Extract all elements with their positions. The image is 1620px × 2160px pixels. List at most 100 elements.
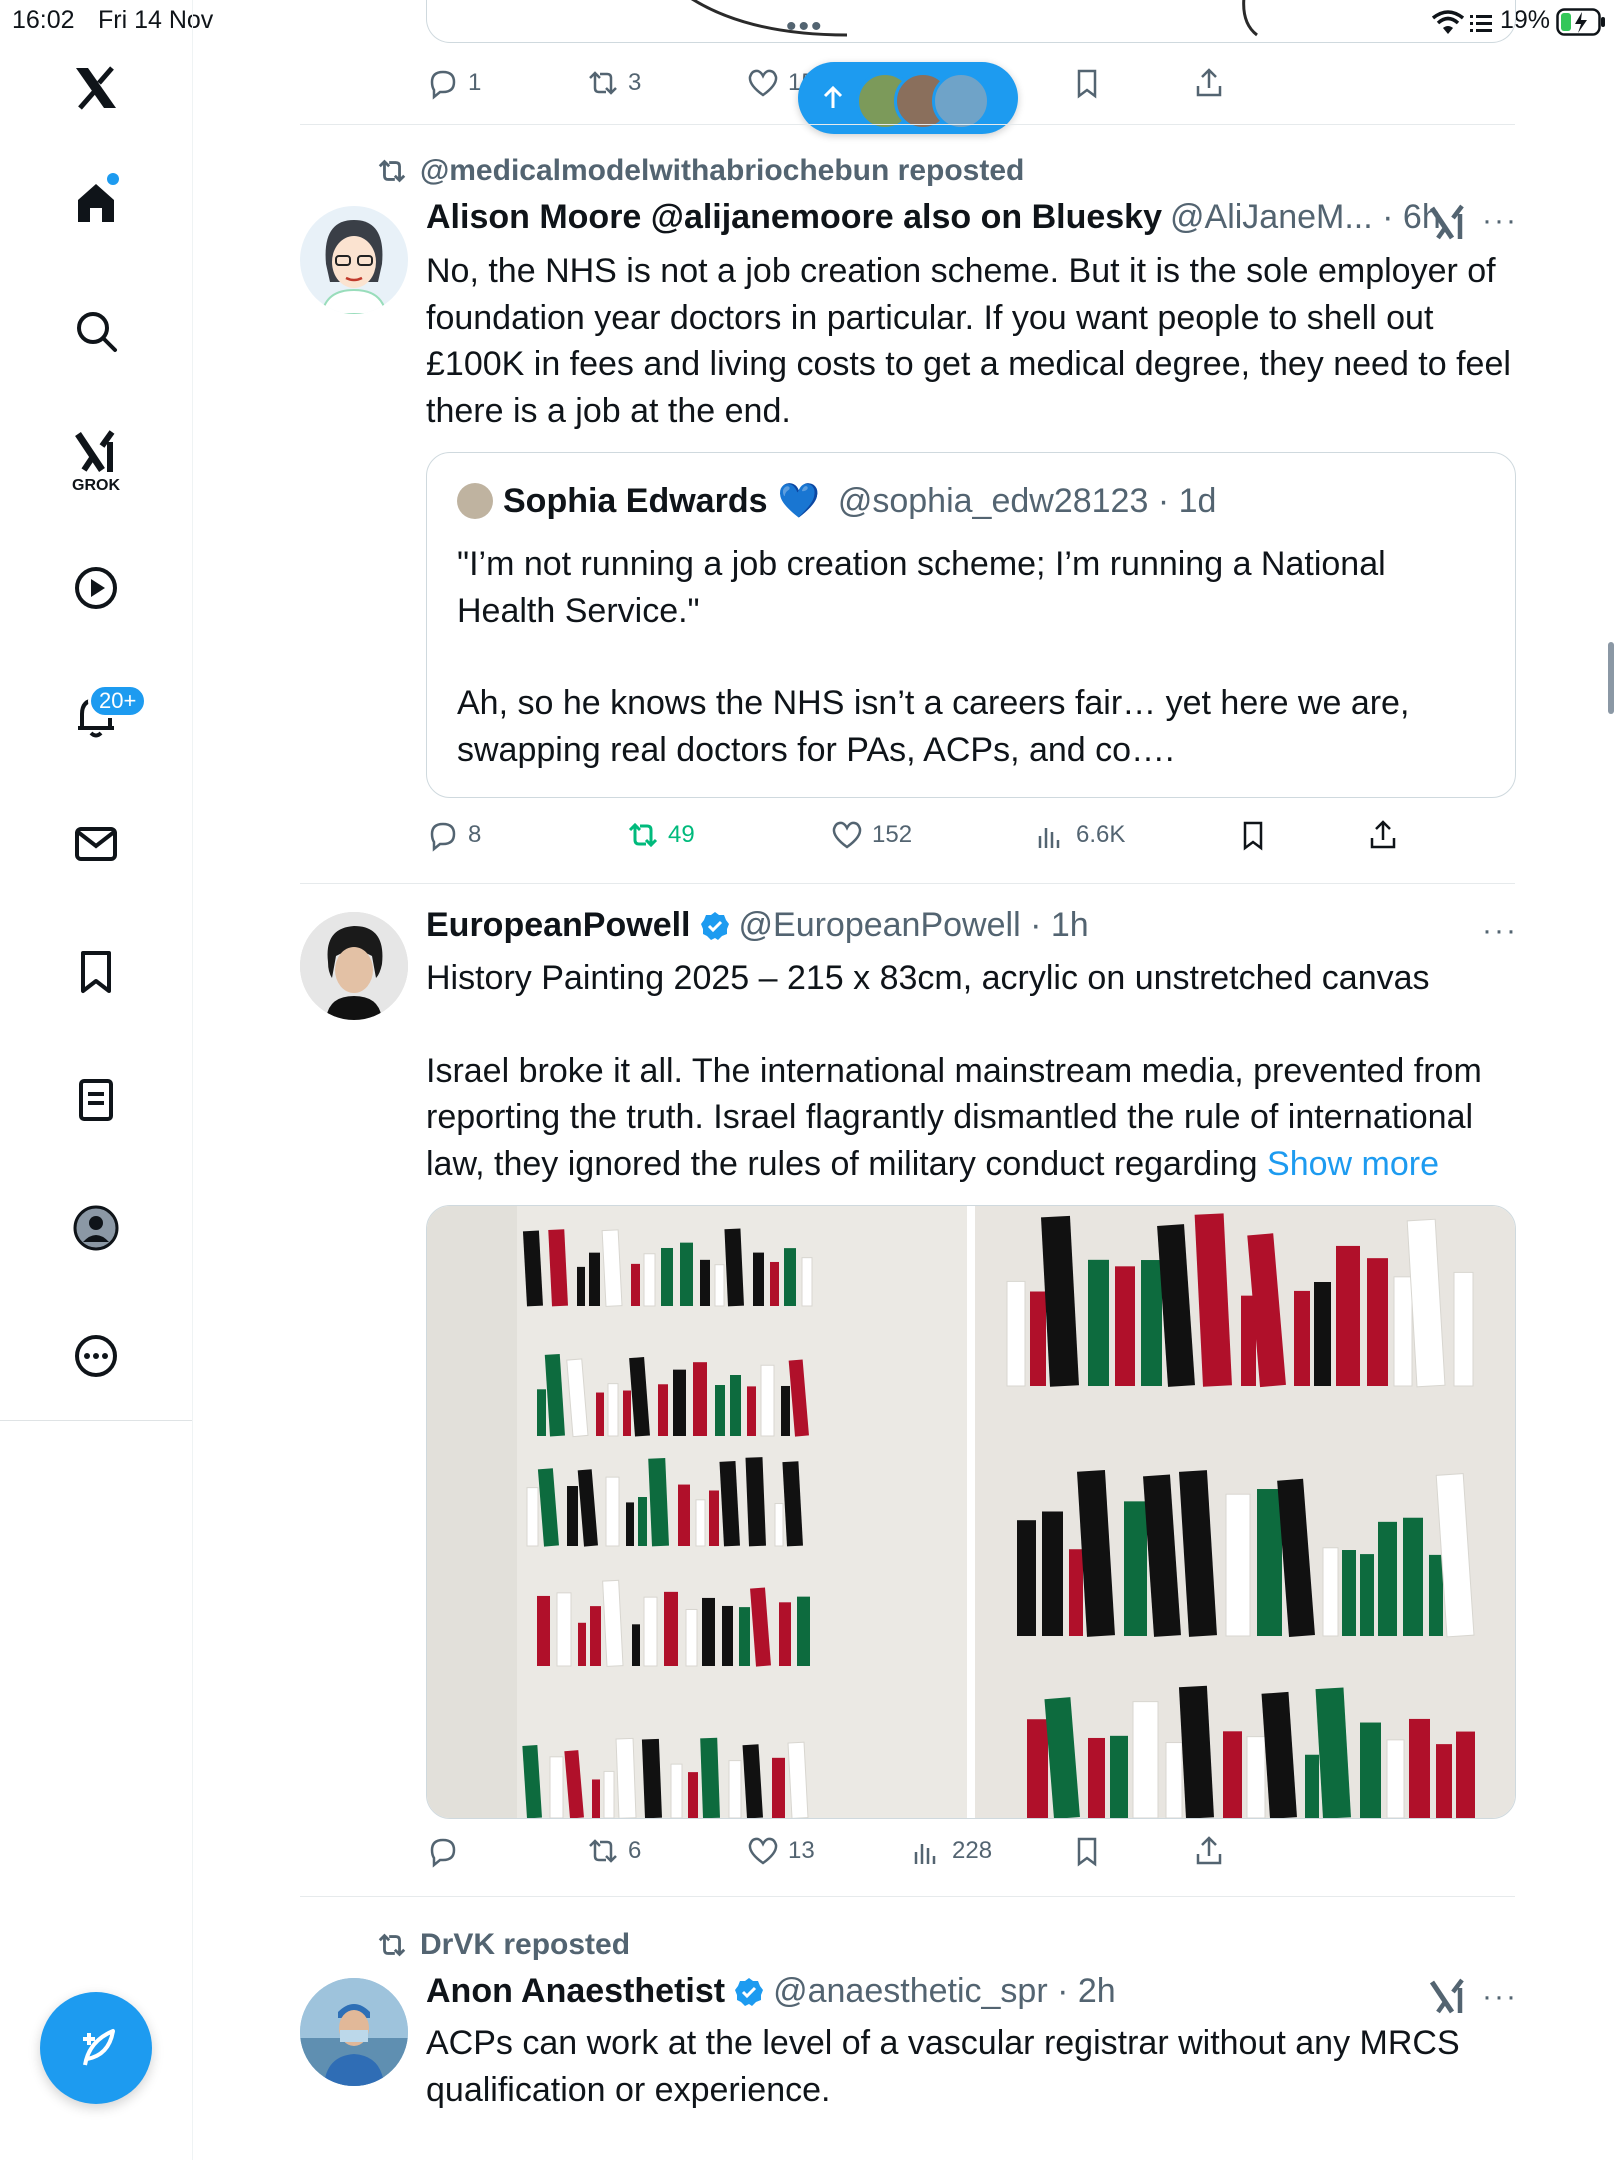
show-more-link[interactable]: Show more [1267,1145,1439,1183]
repost-button[interactable]: 6 [586,1834,641,1868]
tweet-media-images[interactable] [426,1205,1516,1819]
author-name[interactable]: Alison Moore @alijanemoore also on Blues… [426,198,1162,237]
tweet-actions: 8 49 152 6.6K [426,818,1486,858]
views-icon [1038,828,1060,848]
painting-bar [567,1486,578,1546]
painting-bar [1132,1701,1159,1818]
search-icon[interactable] [70,305,122,357]
painting-bar [700,1737,720,1818]
arrow-up-icon [823,86,843,108]
painting-bar [709,1490,719,1546]
painting-bar [592,1779,600,1818]
painting-bar [1141,1260,1162,1386]
share-button[interactable] [1366,818,1400,852]
painting-bar [730,1374,741,1436]
views-button[interactable]: 6.6K [1034,818,1125,852]
grok-explain-icon[interactable] [1428,202,1468,242]
tweet-more-icon[interactable]: ··· [1482,1980,1518,2014]
painting-bar [1393,1276,1413,1387]
verified-badge-icon [700,911,729,940]
painting-bar [1165,1742,1183,1818]
avatar[interactable] [300,1978,408,2086]
painting-bar [1360,1722,1381,1818]
video-play-icon[interactable] [70,562,122,614]
reply-button[interactable] [426,1834,468,1868]
repost-count: 6 [628,1837,642,1864]
like-button[interactable]: 13 [746,1834,815,1868]
repost-button[interactable]: 49 [626,818,695,852]
bookmark-button[interactable] [1236,818,1270,852]
repost-button[interactable]: 3 [586,66,641,100]
feed-divider [300,1896,1515,1897]
lists-icon[interactable] [70,1074,122,1126]
views-icon [914,1844,936,1864]
avatar[interactable] [300,912,408,1020]
painting-bar [1378,1521,1397,1636]
painting-bar [1042,1511,1063,1636]
painting-bar [1314,1282,1331,1386]
profile-icon[interactable] [70,1202,122,1254]
author-name[interactable]: Anon Anaesthetist [426,1972,725,2011]
reply-button[interactable]: 1 [426,66,481,100]
grok-explain-icon[interactable] [1428,1976,1468,2016]
painting-bar [1124,1501,1147,1636]
author-handle-time[interactable]: @AliJaneM... · 6h [1170,198,1441,237]
painting-bar [714,1264,725,1307]
repost-icon [378,159,406,183]
painting-bar [673,1369,686,1436]
views-count: 228 [952,1837,993,1864]
painting-bar [760,1364,775,1437]
painting-bar [537,1389,546,1436]
reply-count: 8 [468,821,482,848]
grok-label: GROK [72,477,120,494]
painting-bar [590,1606,601,1666]
share-button[interactable] [1192,66,1226,100]
previous-tweet-media[interactable] [426,0,1516,43]
painting-bar [537,1595,550,1666]
painting-bar [601,1229,623,1307]
author-handle-time[interactable]: @EuropeanPowell · 1h [739,906,1089,945]
painting-bar [774,1503,784,1547]
avatar[interactable] [300,206,408,314]
share-button[interactable] [1192,1834,1226,1868]
painting-bar [643,1596,658,1667]
reply-button[interactable]: 8 [426,818,481,852]
blue-heart-emoji: 💙 [777,482,820,520]
scrollbar[interactable] [1608,642,1614,714]
painting-bar [643,1253,656,1307]
painting-bar [1409,1718,1430,1818]
painting-bar [728,1760,742,1818]
views-button[interactable]: 228 [910,1834,992,1868]
painting-bar [607,1383,619,1437]
tweet-more-icon[interactable]: ··· [1482,914,1518,948]
painting-bar [770,1261,779,1306]
bookmark-icon[interactable] [70,946,122,998]
mail-icon[interactable] [70,818,122,870]
quoted-tweet[interactable]: Sophia Edwards 💙 @sophia_edw28123 · 1d "… [426,452,1516,798]
painting-bar [797,1596,810,1666]
painting-bar [1088,1737,1105,1818]
painting-bar [1322,1547,1339,1637]
x-logo-icon[interactable] [70,62,122,114]
grok-icon[interactable] [70,426,122,478]
sidebar: GROK 20+ [0,0,193,2160]
painting-bar [626,1502,634,1546]
painting-bar [641,1738,662,1818]
compose-post-button[interactable] [40,1992,152,2104]
painting-bar [779,1602,791,1666]
painting-bar [1223,1731,1242,1818]
tweet-more-icon[interactable]: ··· [1482,204,1518,238]
author-handle-time[interactable]: @anaesthetic_spr · 2h [773,1972,1116,2011]
painting-bar [638,1497,647,1546]
painting-bar [1294,1290,1310,1386]
like-button[interactable]: 152 [830,818,912,852]
painting-bar [1386,1739,1405,1818]
painting-bar [784,1248,796,1306]
reply-count: 1 [468,69,482,96]
bookmark-button[interactable] [1070,66,1104,100]
bookmark-button[interactable] [1070,1834,1104,1868]
author-name[interactable]: EuropeanPowell [426,906,691,945]
more-options-icon[interactable] [70,1330,122,1382]
painting-bar [578,1622,586,1666]
like-count: 152 [872,821,913,848]
